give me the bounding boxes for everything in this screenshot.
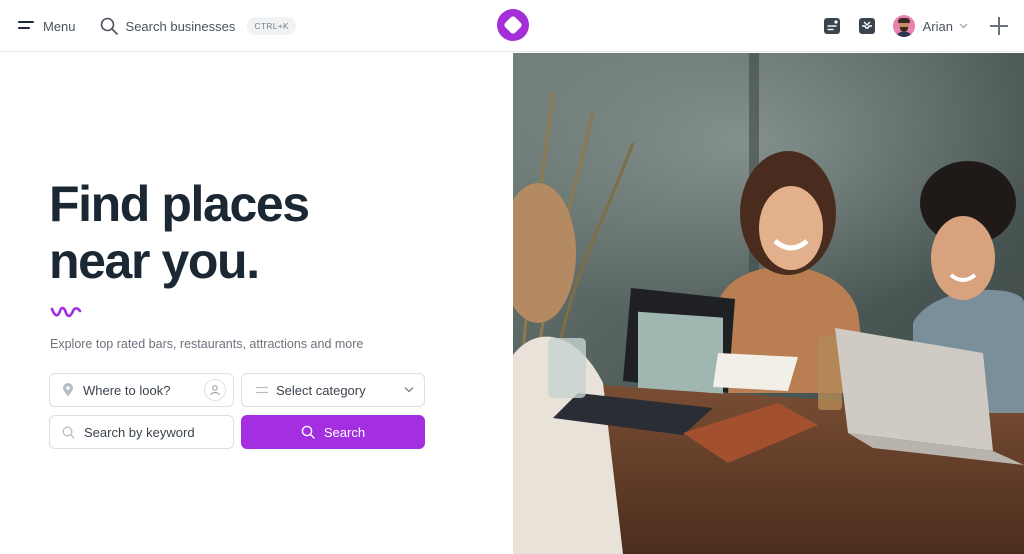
user-menu[interactable]: Arian — [892, 15, 968, 37]
keyword-input[interactable]: Search by keyword — [49, 415, 234, 449]
search-icon — [301, 425, 315, 439]
page-title: Find places near you. — [49, 176, 310, 290]
where-placeholder: Where to look? — [83, 382, 171, 398]
logo-icon[interactable] — [497, 9, 529, 41]
search-icon — [62, 426, 75, 439]
list-icon — [256, 386, 268, 394]
category-select[interactable]: Select category — [241, 373, 425, 407]
keyword-placeholder: Search by keyword — [84, 424, 195, 440]
user-locate-icon — [210, 385, 220, 396]
user-locate-button[interactable] — [204, 379, 226, 401]
navbar-right: Arian — [823, 0, 1008, 52]
search-icon — [100, 17, 118, 35]
hero-image — [513, 53, 1024, 554]
notes-icon[interactable] — [823, 17, 841, 35]
navbar-left: Menu Search businesses CTRL+K — [18, 0, 297, 52]
menu-icon — [18, 20, 34, 32]
search-button-label: Search — [323, 424, 366, 440]
chevron-down-icon — [404, 387, 414, 393]
menu-button[interactable]: Menu — [18, 19, 76, 34]
search-button[interactable]: Search — [241, 415, 425, 449]
hero-subtitle: Explore top rated bars, restaurants, att… — [50, 337, 364, 351]
avatar — [892, 15, 915, 37]
keyboard-shortcut-badge: CTRL+K — [247, 17, 297, 35]
where-input[interactable]: Where to look? — [49, 373, 234, 407]
plus-icon[interactable] — [990, 17, 1008, 35]
top-navbar: Menu Search businesses CTRL+K Arian — [0, 0, 1024, 52]
chevron-down-icon — [959, 23, 968, 29]
user-name: Arian — [922, 18, 953, 34]
search-businesses-button[interactable]: Search businesses CTRL+K — [100, 17, 297, 35]
hero-photo-illustration — [513, 53, 1024, 554]
category-placeholder: Select category — [276, 382, 366, 398]
location-pin-icon — [63, 383, 73, 397]
title-line-1: Find places — [49, 176, 310, 232]
inbox-icon[interactable] — [858, 17, 876, 35]
title-line-2: near you. — [49, 233, 260, 289]
menu-label: Menu — [43, 18, 76, 34]
squiggle-icon — [50, 306, 82, 318]
search-businesses-label: Search businesses — [125, 18, 236, 34]
